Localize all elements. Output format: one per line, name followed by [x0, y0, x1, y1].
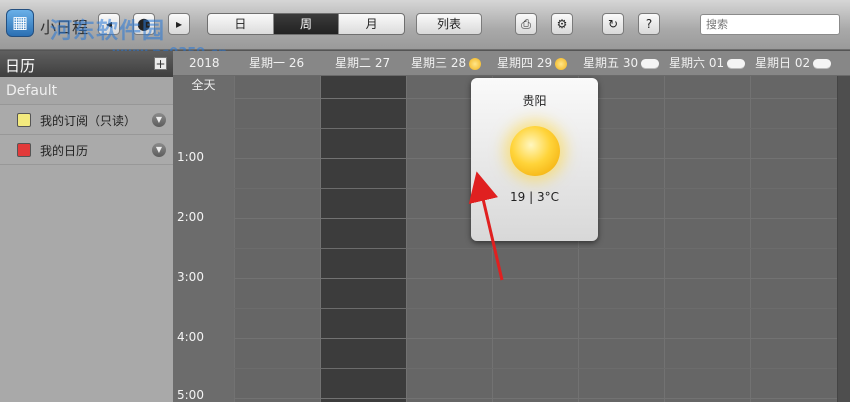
time-label: 1:00	[177, 150, 204, 164]
cloud-icon[interactable]	[813, 59, 832, 68]
calendar-group-label: Default	[0, 77, 173, 105]
grid-line	[234, 368, 850, 369]
cloud-icon[interactable]	[727, 59, 746, 68]
calendar-item-label: 我的订阅（只读）	[40, 114, 137, 128]
settings-button[interactable]: ⚙	[551, 13, 573, 35]
app-title: 小日程	[40, 18, 89, 37]
sidebar-header: 日历 +	[0, 51, 173, 77]
day-column-sun[interactable]	[750, 76, 837, 402]
day-header-label: 星期五 30	[583, 56, 639, 70]
grid-line	[234, 308, 850, 309]
day-header-mon[interactable]: 星期一 26	[249, 51, 304, 76]
weather-temperature: 19 | 3°C	[510, 190, 559, 204]
grid-line	[234, 278, 850, 279]
day-column-sat[interactable]	[664, 76, 750, 402]
view-switcher: 日 周 月	[207, 13, 405, 35]
list-button[interactable]: 列表	[416, 13, 482, 35]
sun-icon[interactable]	[555, 57, 568, 70]
forward-button[interactable]: ▸	[168, 13, 190, 35]
vertical-scrollbar[interactable]	[837, 76, 850, 402]
view-week-button[interactable]: 周	[273, 14, 340, 34]
view-month-button[interactable]: 月	[339, 14, 404, 34]
search-input[interactable]	[700, 14, 840, 35]
chevron-down-icon[interactable]: ▼	[152, 143, 166, 157]
forward-icon: ▸	[175, 17, 183, 31]
day-header-tue[interactable]: 星期二 27	[335, 51, 390, 76]
day-header-label: 星期日 02	[755, 56, 811, 70]
grid-line	[234, 398, 850, 399]
calendar-item-subscription[interactable]: 我的订阅（只读） ▼	[0, 105, 173, 135]
calendar-color-swatch[interactable]	[17, 113, 31, 127]
chevron-down-icon[interactable]: ▼	[152, 113, 166, 127]
calendar-item-my-calendar[interactable]: 我的日历 ▼	[0, 135, 173, 165]
grid-line	[234, 248, 850, 249]
all-day-label: 全天	[191, 78, 216, 92]
day-header-fri[interactable]: 星期五 30	[583, 51, 660, 76]
sun-icon[interactable]	[469, 57, 482, 70]
day-header-label: 星期三 28	[411, 56, 467, 70]
location-button[interactable]: ⬤	[133, 13, 155, 35]
day-header-label: 星期六 01	[669, 56, 725, 70]
weather-popup: 贵阳 19 | 3°C	[471, 78, 598, 241]
day-header-sun[interactable]: 星期日 02	[755, 51, 832, 76]
calendar-color-swatch[interactable]	[17, 143, 31, 157]
weather-city: 贵阳	[522, 94, 547, 108]
toolbar: ▦ 小日程 ◂ ⬤ ▸ 日 周 月 列表 ⎙ ⚙ ↻ ?	[0, 0, 850, 50]
day-header-wed[interactable]: 星期三 28	[411, 51, 482, 76]
cloud-icon[interactable]	[641, 59, 660, 68]
view-day-button[interactable]: 日	[208, 14, 274, 34]
time-label: 5:00	[177, 388, 204, 402]
time-column: 全天 1:00 2:00 3:00 4:00 5:00	[173, 76, 234, 402]
refresh-icon: ↻	[607, 17, 619, 31]
add-calendar-button[interactable]: +	[154, 57, 167, 70]
print-button[interactable]: ⎙	[515, 13, 537, 35]
week-header: 2018 星期一 26 星期二 27 星期三 28 星期四 29 星期五 30 …	[173, 51, 850, 76]
back-icon: ◂	[105, 17, 113, 31]
day-column-tue[interactable]	[320, 76, 406, 402]
printer-icon: ⎙	[521, 17, 531, 31]
time-label: 3:00	[177, 270, 204, 284]
sidebar: 日历 + Default 我的订阅（只读） ▼ 我的日历 ▼	[0, 51, 173, 402]
day-column-mon[interactable]	[234, 76, 320, 402]
sidebar-title: 日历	[5, 57, 36, 75]
day-header-label: 星期一 26	[249, 56, 305, 70]
location-pin-icon: ⬤	[137, 17, 151, 31]
grid-line	[234, 338, 850, 339]
calendar-logo-icon: ▦	[6, 9, 34, 37]
calendar-item-label: 我的日历	[40, 144, 89, 158]
sun-icon	[510, 126, 560, 176]
time-label: 4:00	[177, 330, 204, 344]
day-header-sat[interactable]: 星期六 01	[669, 51, 746, 76]
time-label: 2:00	[177, 210, 204, 224]
year-label: 2018	[189, 56, 220, 70]
day-header-thu[interactable]: 星期四 29	[497, 51, 568, 76]
gear-icon: ⚙	[556, 17, 568, 31]
day-header-label: 星期四 29	[497, 56, 553, 70]
help-button[interactable]: ?	[638, 13, 660, 35]
sync-button[interactable]: ↻	[602, 13, 624, 35]
back-button[interactable]: ◂	[98, 13, 120, 35]
day-header-label: 星期二 27	[335, 56, 391, 70]
